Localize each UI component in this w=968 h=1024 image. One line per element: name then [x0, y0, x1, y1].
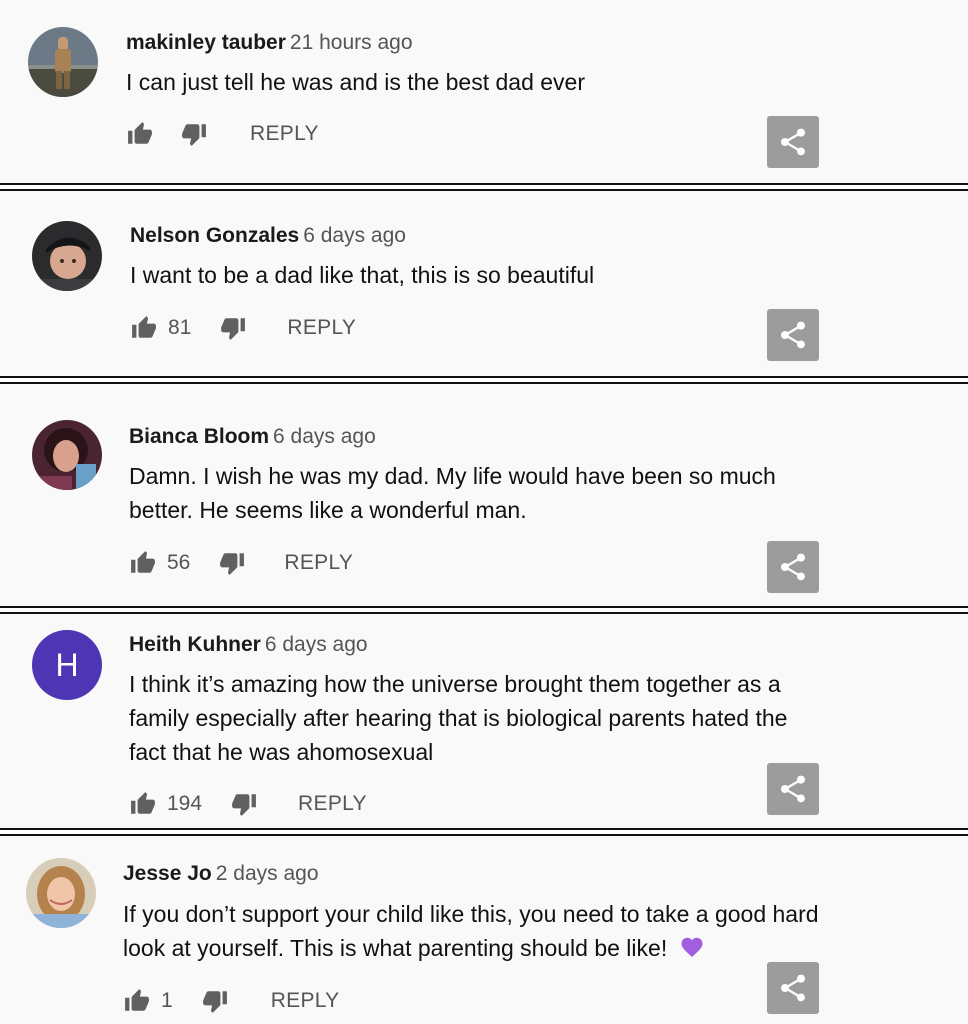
author-name[interactable]: Jesse Jo: [123, 862, 212, 885]
comment-text: I can just tell he was and is the best d…: [126, 65, 585, 99]
comment-line: I can just tell he was and is the best d…: [126, 69, 585, 95]
comment-header: Nelson Gonzales 6 days ago: [130, 224, 406, 248]
comment-line: If you don’t support your child like thi…: [123, 901, 819, 927]
avatar-photo: [32, 221, 102, 291]
comment-text: Damn. I wish he was my dad. My life woul…: [129, 459, 776, 527]
divider: [0, 183, 968, 191]
avatar[interactable]: [32, 420, 102, 490]
thumb-down-icon: [182, 124, 206, 146]
share-button[interactable]: [767, 962, 819, 1014]
dislike-button[interactable]: [180, 121, 208, 147]
comment-line: I think it’s amazing how the universe br…: [129, 671, 781, 697]
avatar-photo: [32, 420, 102, 490]
like-button[interactable]: [129, 550, 157, 576]
thumb-down-icon: [202, 991, 227, 1013]
comment: Nelson Gonzales 6 days ago I want to be a…: [0, 191, 968, 377]
comment-header: Heith Kuhner 6 days ago: [129, 633, 368, 657]
share-button[interactable]: [767, 309, 819, 361]
comment-line: I want to be a dad like that, this is so…: [130, 262, 595, 288]
divider: [0, 828, 968, 836]
reply-button[interactable]: REPLY: [284, 551, 353, 575]
avatar[interactable]: [28, 27, 98, 97]
comment-line: fact that he was ahomosexual: [129, 739, 434, 765]
like-button[interactable]: [130, 315, 158, 341]
reply-button[interactable]: REPLY: [298, 792, 367, 816]
comment-actions: 81 REPLY: [130, 313, 356, 343]
thumb-down-icon: [221, 318, 246, 340]
comment-actions: REPLY: [126, 119, 319, 149]
comment-text: I want to be a dad like that, this is so…: [130, 258, 594, 292]
comment-timestamp[interactable]: 2 days ago: [216, 862, 319, 885]
like-button[interactable]: [126, 121, 154, 147]
share-icon: [781, 553, 805, 581]
thumb-up-icon: [125, 989, 149, 1011]
like-button[interactable]: [123, 988, 151, 1014]
reply-button[interactable]: REPLY: [287, 316, 356, 340]
author-name[interactable]: Heith Kuhner: [129, 633, 261, 656]
comment-timestamp[interactable]: 6 days ago: [303, 224, 406, 247]
comment: Jesse Jo 2 days ago If you don’t support …: [0, 836, 968, 1024]
comment-text: If you don’t support your child like thi…: [123, 897, 819, 967]
comment-text: I think it’s amazing how the universe br…: [129, 667, 787, 769]
dislike-button[interactable]: [219, 315, 247, 341]
thumb-up-icon: [132, 316, 156, 338]
dislike-button[interactable]: [218, 550, 246, 576]
thumb-down-icon: [220, 553, 245, 575]
like-button[interactable]: [129, 791, 157, 817]
thumb-up-icon: [131, 551, 155, 573]
comment-line: better. He seems like a wonderful man.: [129, 497, 527, 523]
thumb-up-icon: [131, 792, 155, 814]
share-icon: [781, 128, 805, 156]
avatar[interactable]: [32, 221, 102, 291]
avatar-photo: [26, 858, 96, 928]
share-button[interactable]: [767, 763, 819, 815]
author-name[interactable]: makinley tauber: [126, 31, 286, 54]
comment: H Heith Kuhner 6 days ago I think it’s am…: [0, 614, 968, 828]
avatar-letter: H: [55, 647, 79, 683]
comment-timestamp[interactable]: 21 hours ago: [290, 31, 413, 54]
comment-header: Bianca Bloom 6 days ago: [129, 425, 376, 449]
share-icon: [781, 321, 805, 349]
avatar-photo: [28, 27, 98, 97]
purple-heart-icon: [680, 933, 704, 967]
dislike-button[interactable]: [230, 791, 258, 817]
thumb-down-icon: [232, 794, 256, 816]
share-button[interactable]: [767, 116, 819, 168]
like-count: 56: [167, 551, 191, 574]
share-icon: [781, 974, 805, 1002]
thumb-up-icon: [128, 122, 152, 144]
comment-line: family especially after hearing that is …: [129, 705, 788, 731]
avatar[interactable]: [26, 858, 96, 928]
like-count: 81: [168, 316, 192, 339]
divider: [0, 376, 968, 384]
like-count: 1: [161, 989, 173, 1012]
comment-header: Jesse Jo 2 days ago: [123, 862, 319, 886]
dislike-button[interactable]: [201, 988, 229, 1014]
avatar[interactable]: H: [32, 630, 102, 700]
comment-line: look at yourself. This is what parenting…: [123, 935, 668, 961]
comment-actions: 1 REPLY: [123, 986, 340, 1016]
divider: [0, 606, 968, 614]
comment-line-with-emoji: look at yourself. This is what parenting…: [123, 931, 819, 967]
comment-header: makinley tauber 21 hours ago: [126, 31, 413, 55]
reply-button[interactable]: REPLY: [271, 989, 340, 1013]
comment-timestamp[interactable]: 6 days ago: [273, 425, 376, 448]
share-icon: [781, 775, 805, 803]
comment-actions: 194 REPLY: [129, 789, 367, 819]
comment-actions: 56 REPLY: [129, 548, 353, 578]
comment: makinley tauber 21 hours ago I can just t…: [0, 0, 968, 184]
author-name[interactable]: Bianca Bloom: [129, 425, 269, 448]
comment: Bianca Bloom 6 days ago Damn. I wish he w…: [0, 384, 968, 606]
like-count: 194: [167, 792, 203, 815]
comment-timestamp[interactable]: 6 days ago: [265, 633, 368, 656]
reply-button[interactable]: REPLY: [250, 122, 319, 146]
share-button[interactable]: [767, 541, 819, 593]
author-name[interactable]: Nelson Gonzales: [130, 224, 299, 247]
comment-line: Damn. I wish he was my dad. My life woul…: [129, 463, 776, 489]
